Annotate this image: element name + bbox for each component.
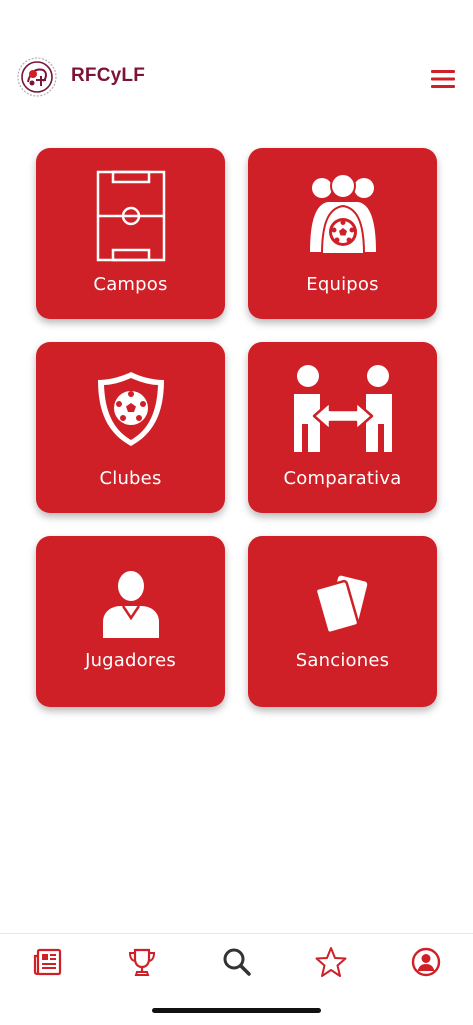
tile-label: Sanciones — [295, 650, 390, 671]
football-field-icon — [96, 170, 166, 266]
shield-ball-icon — [96, 370, 166, 452]
newspaper-icon[interactable] — [32, 946, 64, 978]
tile-campos[interactable]: Campos — [36, 148, 225, 319]
tile-label: Jugadores — [85, 650, 176, 671]
tile-equipos[interactable]: Equipos — [248, 148, 437, 319]
app-header: RFCyLF — [0, 48, 473, 104]
brand-title: RFCyLF — [71, 65, 146, 86]
trophy-icon[interactable] — [126, 946, 158, 978]
tile-comparativa[interactable]: Comparativa — [248, 342, 437, 513]
compare-people-arrow-icon — [290, 364, 396, 460]
tile-label: Comparativa — [283, 468, 402, 489]
tile-clubes[interactable]: Clubes — [36, 342, 225, 513]
tile-label: Equipos — [306, 274, 379, 295]
search-icon[interactable] — [221, 946, 253, 978]
home-indicator[interactable] — [152, 1008, 321, 1013]
player-person-icon — [101, 570, 161, 644]
user-profile-icon[interactable] — [410, 946, 442, 978]
tile-label: Campos — [93, 274, 168, 295]
tile-sanciones[interactable]: Sanciones — [248, 536, 437, 707]
tile-jugadores[interactable]: Jugadores — [36, 536, 225, 707]
tile-label: Clubes — [99, 468, 162, 489]
star-icon[interactable] — [315, 946, 347, 978]
cards-icon — [311, 572, 375, 640]
hamburger-menu-icon[interactable] — [430, 68, 456, 90]
team-ball-icon — [308, 173, 378, 266]
rfcylf-crest-icon — [16, 56, 58, 98]
